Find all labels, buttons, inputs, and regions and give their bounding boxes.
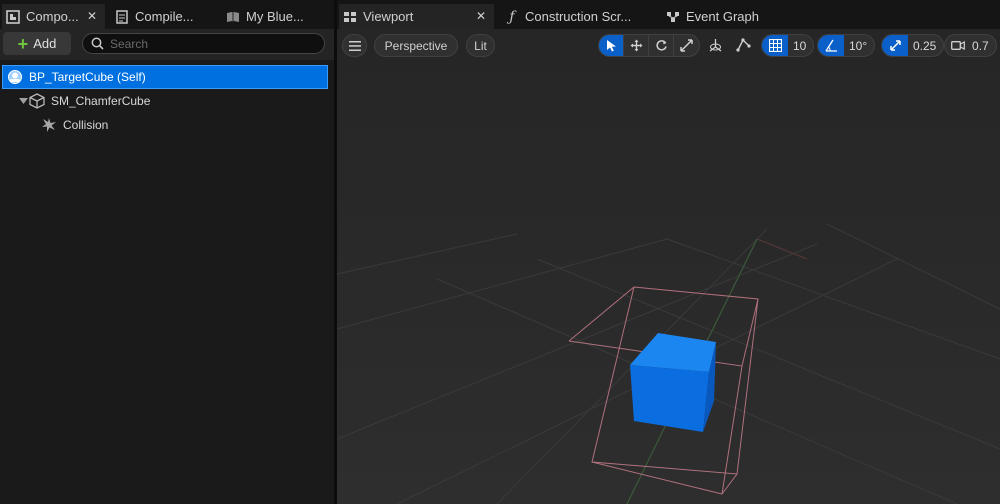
tab-viewport[interactable]: Viewport ✕ (339, 4, 494, 29)
cursor-icon (606, 40, 616, 52)
scale-snap-icon (889, 40, 901, 51)
viewport-panel[interactable]: Perspective Lit 10 10° 0.25 0.7 (337, 29, 1000, 504)
component-tree: BP_TargetCube (Self) SM_ChamferCube Coll… (0, 65, 334, 137)
rotation-snap-toggle[interactable] (818, 35, 844, 56)
perspective-label: Perspective (384, 38, 448, 53)
hamburger-menu-icon (348, 40, 361, 51)
compile-results-icon (115, 9, 129, 24)
surface-snap-icon (736, 38, 751, 52)
tab-components-label: Compo... (26, 9, 79, 24)
scale-snap-value[interactable]: 0.25 (908, 35, 943, 56)
rotation-snap-control[interactable]: 10° (817, 34, 876, 57)
tab-construction-script[interactable]: ƒ Construction Scr... (505, 4, 645, 29)
grid-snap-toggle[interactable] (762, 35, 788, 56)
tree-item-label: BP_TargetCube (Self) (29, 70, 146, 84)
scale-snap-toggle[interactable] (882, 35, 908, 56)
transform-tools (598, 34, 700, 57)
close-icon[interactable]: ✕ (476, 9, 486, 23)
viewport-options-button[interactable] (342, 34, 367, 57)
collision-icon (41, 117, 57, 133)
tab-components[interactable]: Compo... ✕ (2, 4, 105, 29)
add-component-button[interactable]: + Add (3, 32, 71, 55)
tree-item-sm-chamfercube[interactable]: SM_ChamferCube (0, 89, 334, 113)
scale-icon (680, 39, 693, 52)
scale-tool-button[interactable] (674, 35, 699, 56)
move-icon (630, 39, 642, 52)
camera-speed-value[interactable]: 0.7 (971, 35, 996, 56)
grid-snap-control[interactable]: 10 (761, 34, 815, 57)
book-icon (226, 10, 240, 24)
rotation-snap-value[interactable]: 10° (844, 35, 874, 56)
grid-icon (768, 39, 782, 52)
tree-item-collision[interactable]: Collision (0, 113, 334, 137)
lit-label: Lit (474, 38, 487, 53)
rotate-tool-button[interactable] (649, 35, 674, 56)
grid-snap-value[interactable]: 10 (788, 35, 813, 56)
camera-speed-control[interactable]: 0.7 (944, 34, 997, 57)
components-toolbar: + Add (0, 29, 334, 60)
close-icon[interactable]: ✕ (87, 9, 97, 23)
search-icon (91, 37, 104, 50)
rotate-icon (655, 40, 667, 51)
scale-snap-control[interactable]: 0.25 (881, 34, 945, 57)
components-panel: + Add BP_TargetCube (Self) SM_ChamferCub… (0, 29, 334, 504)
components-icon (6, 9, 20, 24)
translate-tool-button[interactable] (624, 35, 649, 56)
surface-snap-button[interactable] (732, 34, 755, 57)
select-tool-button[interactable] (599, 35, 624, 56)
world-local-button[interactable] (704, 34, 727, 57)
tab-construction-script-label: Construction Scr... (525, 9, 632, 24)
search-input[interactable] (110, 36, 310, 51)
tab-compile-label: Compile... (135, 9, 194, 24)
tab-my-blueprint[interactable]: My Blue... (226, 4, 326, 29)
angle-icon (824, 39, 837, 52)
tree-item-bp-targetcube[interactable]: BP_TargetCube (Self) (2, 65, 328, 89)
viewport-scene[interactable] (337, 29, 1000, 504)
expand-arrow-icon[interactable] (19, 97, 29, 105)
camera-speed-toggle[interactable] (945, 35, 971, 56)
search-box[interactable] (82, 33, 325, 54)
event-graph-icon (666, 10, 680, 24)
tree-item-label: SM_ChamferCube (51, 94, 151, 108)
lit-button[interactable]: Lit (466, 34, 495, 57)
static-mesh-icon (29, 93, 45, 109)
world-space-icon (709, 39, 722, 52)
tab-event-graph[interactable]: Event Graph (666, 4, 786, 29)
tab-my-blueprint-label: My Blue... (246, 9, 304, 24)
camera-icon (951, 41, 965, 50)
add-button-label: Add (33, 36, 57, 51)
tab-viewport-label: Viewport (363, 9, 414, 24)
viewport-icon (343, 10, 357, 24)
tab-compile[interactable]: Compile... (115, 4, 215, 29)
tree-item-label: Collision (63, 118, 109, 132)
perspective-button[interactable]: Perspective (374, 34, 458, 57)
plus-icon: + (17, 33, 29, 54)
function-icon: ƒ (509, 8, 515, 25)
tab-event-graph-label: Event Graph (686, 9, 759, 24)
blueprint-self-icon (7, 69, 23, 85)
